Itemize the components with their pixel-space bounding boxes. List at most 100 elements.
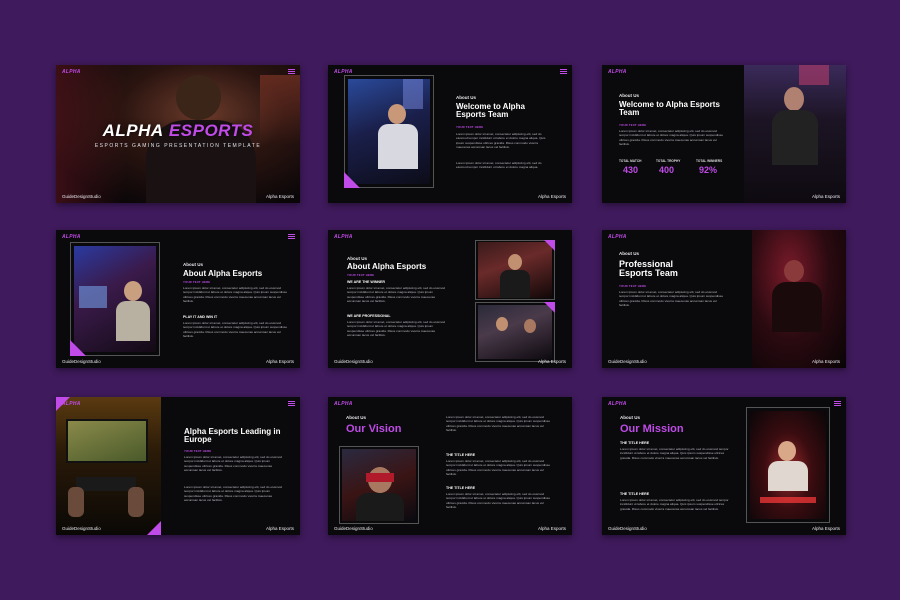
sub-heading-2: THE TITLE HERE (446, 486, 476, 490)
corner-accent (147, 521, 161, 535)
footer-label: Alpha Esports (265, 359, 294, 364)
gamer-photo (744, 65, 846, 203)
brand-logo: ALPHA (608, 69, 627, 75)
photo-frame (475, 240, 555, 300)
footer-label: Alpha Esports (811, 526, 840, 531)
sub-heading-1: THE TITLE HERE (446, 453, 476, 457)
sub-heading-2: THE TITLE HERE (620, 492, 650, 496)
slide-vision[interactable]: ALPHA About Us Our Vision Lorem ipsum do… (328, 397, 572, 535)
slide-leading[interactable]: ALPHA Alpha Esports Leading in Europe YO… (56, 397, 300, 535)
footer-label: Alpha Esports (811, 359, 840, 364)
studio-credit: GuideDesignStudio (62, 526, 101, 531)
slide-about-two[interactable]: ALPHA About Us About Alpha Esports YOUR … (328, 230, 572, 368)
footer-label: Alpha Esports (537, 359, 566, 364)
stat-label: TOTAL MATCH (619, 159, 642, 163)
stat-label: TOTAL TROPHY (656, 159, 681, 163)
studio-credit: GuideDesignStudio (62, 194, 101, 199)
footer-label: Alpha Esports (537, 526, 566, 531)
studio-credit: GuideDesignStudio (608, 526, 647, 531)
section-label: About Us (347, 256, 367, 261)
corner-accent (344, 172, 360, 188)
slide-title: Alpha Esports Leading in Europe (184, 427, 281, 445)
body-text-2: Lorem ipsum dolor sit amet, consectetur … (456, 161, 542, 170)
section-label: About Us (456, 95, 476, 100)
tagline: YOUR TEXT HERE (456, 125, 484, 129)
slide-about[interactable]: ALPHA About Us About Alpha Esports YOUR … (56, 230, 300, 368)
tagline: YOUR TEXT HERE (619, 123, 647, 127)
section-label: About Us (620, 415, 640, 420)
body-text: Lorem ipsum dolor sit amet, consectetur … (446, 415, 551, 432)
brand-logo: ALPHA (334, 401, 353, 407)
footer-label: Alpha Esports (265, 194, 294, 199)
section-label: About Us (346, 415, 366, 420)
stat-label: TOTAL WINNERS (696, 159, 723, 163)
gamer-photo (752, 230, 846, 368)
body-text: Lorem ipsum dolor sit amet, consectetur … (456, 132, 546, 149)
slide-title: Professional Esports Team (619, 259, 678, 279)
cover-title: ALPHA ESPORTS (102, 121, 254, 140)
studio-credit: GuideDesignStudio (334, 526, 373, 531)
sub-heading: PLAY IT AND WIN IT (183, 315, 218, 319)
brand-logo: ALPHA (62, 234, 81, 240)
slide-cover[interactable]: ALPHA ALPHA ESPORTS ESPORTS GAMING PRESE… (56, 65, 300, 203)
brand-logo: ALPHA (608, 234, 627, 240)
photo-frame (339, 446, 419, 524)
body-text-2: Lorem ipsum dolor sit amet, consectetur … (347, 320, 446, 337)
brand-logo: ALPHA (334, 234, 353, 240)
stat-value: 92% (699, 165, 718, 175)
body-text-2: Lorem ipsum dolor sit amet, consectetur … (446, 459, 551, 476)
slide-title: Welcome to Alpha Esports Team (456, 102, 525, 120)
brand-logo: ALPHA (334, 69, 353, 75)
slide-mission[interactable]: ALPHA About Us Our Mission THE TITLE HER… (602, 397, 846, 535)
sub-heading-1: WE ARE THE WINNER (347, 280, 385, 284)
menu-icon[interactable] (288, 69, 295, 74)
footer-label: Alpha Esports (537, 194, 566, 199)
slide-welcome-stats[interactable]: ALPHA About Us Welcome to Alpha Esports … (602, 65, 846, 203)
tagline: YOUR TEXT HERE (347, 273, 375, 277)
studio-credit: GuideDesignStudio (608, 359, 647, 364)
photo-frame (746, 407, 830, 523)
slide-title: About Alpha Esports (347, 262, 427, 271)
photo-frame (70, 242, 160, 356)
section-label: About Us (619, 93, 639, 98)
corner-accent (70, 340, 86, 356)
cover-subtitle: ESPORTS GAMING PRESENTATION TEMPLATE (94, 143, 262, 149)
slide-title: About Alpha Esports (183, 269, 263, 278)
tagline: YOUR TEXT HERE (184, 449, 212, 453)
menu-icon[interactable] (560, 69, 567, 74)
slide-title: Welcome to Alpha Esports Team (619, 100, 720, 118)
slide-title: Our Vision (346, 423, 402, 435)
body-text: Lorem ipsum dolor sit amet, consectetur … (619, 290, 724, 307)
footer-label: Alpha Esports (265, 526, 294, 531)
corner-accent (544, 240, 555, 251)
menu-icon[interactable] (288, 234, 295, 239)
gameplay-photo (56, 397, 161, 535)
brand-logo: ALPHA (62, 401, 81, 407)
section-label: About Us (183, 262, 203, 267)
tagline: YOUR TEXT HERE (619, 284, 647, 288)
body-text: Lorem ipsum dolor sit amet, consectetur … (619, 129, 724, 146)
menu-icon[interactable] (834, 401, 841, 406)
photo-frame (475, 302, 555, 362)
studio-credit: GuideDesignStudio (334, 359, 373, 364)
stat-value: 400 (659, 165, 675, 175)
body-text-2: Lorem ipsum dolor sit amet, consectetur … (620, 498, 729, 511)
body-text-2: Lorem ipsum dolor sit amet, consectetur … (183, 321, 288, 338)
body-text-2: Lorem ipsum dolor sit amet, consectetur … (184, 485, 283, 502)
sub-heading-1: THE TITLE HERE (620, 441, 650, 445)
menu-icon[interactable] (288, 401, 295, 406)
body-text: Lorem ipsum dolor sit amet, consectetur … (184, 455, 283, 472)
slide-welcome[interactable]: ALPHA About Us Welcome to Alpha Esports … (328, 65, 572, 203)
brand-logo: ALPHA (608, 401, 627, 407)
tagline: YOUR TEXT HERE (183, 280, 211, 284)
body-text: Lorem ipsum dolor sit amet, consectetur … (620, 447, 729, 460)
body-text-3: Lorem ipsum dolor sit amet, consectetur … (446, 492, 551, 509)
sub-heading-2: WE ARE PROFESSIONAL (347, 314, 391, 318)
corner-accent (544, 302, 555, 313)
stat-value: 430 (623, 165, 639, 175)
body-text: Lorem ipsum dolor sit amet, consectetur … (347, 286, 446, 303)
brand-logo: ALPHA (62, 69, 81, 75)
studio-credit: GuideDesignStudio (62, 359, 101, 364)
slide-professional[interactable]: ALPHA About Us Professional Esports Team… (602, 230, 846, 368)
footer-label: Alpha Esports (811, 194, 840, 199)
